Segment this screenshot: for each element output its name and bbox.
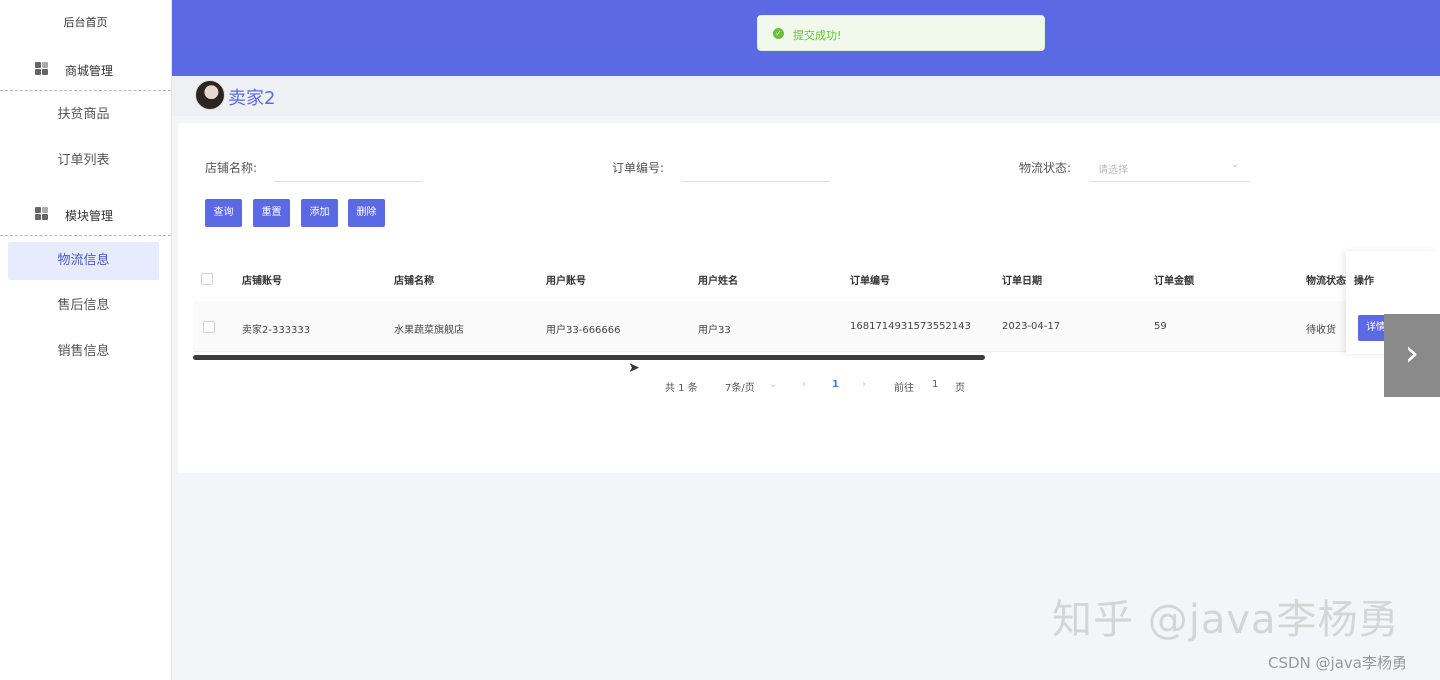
success-check-icon: ✓ xyxy=(773,28,784,39)
column-header[interactable]: 店铺账号 xyxy=(242,272,282,287)
reset-button[interactable]: 重置 xyxy=(253,199,290,227)
chevron-right-icon[interactable]: › xyxy=(862,379,866,390)
delete-button[interactable]: 删除 xyxy=(348,199,385,227)
goto-input[interactable]: 1 xyxy=(932,379,938,390)
sidebar-item-order-list[interactable]: 订单列表 xyxy=(8,142,159,180)
table-cell: 用户33-666666 xyxy=(546,325,621,336)
column-header[interactable]: 订单日期 xyxy=(1002,272,1042,287)
toast-message: 提交成功! xyxy=(793,29,842,42)
table-cell: 2023-04-17 xyxy=(1002,321,1061,332)
query-button[interactable]: 查询 xyxy=(205,199,242,227)
table-cell: 59 xyxy=(1154,321,1167,332)
user-bar: 卖家2 xyxy=(172,76,1440,116)
order-no-input[interactable] xyxy=(681,181,830,182)
credit-text: CSDN @java李杨勇 xyxy=(1268,654,1407,672)
watermark: 知乎 @java李杨勇 xyxy=(1052,597,1400,643)
table-row[interactable]: 卖家2-333333 水果蔬菜旗舰店 用户33-666666 用户33 1681… xyxy=(193,301,1353,352)
sidebar-item-poverty-goods[interactable]: 扶贫商品 xyxy=(8,96,159,134)
logistics-status-underline xyxy=(1089,181,1250,182)
add-button[interactable]: 添加 xyxy=(301,199,338,227)
column-header[interactable]: 物流状态 xyxy=(1306,272,1346,287)
success-toast: ✓ 提交成功! xyxy=(757,15,1045,51)
sidebar-item-sales[interactable]: 销售信息 xyxy=(8,333,159,371)
goto-suffix: 页 xyxy=(955,383,965,394)
table-cell: 水果蔬菜旗舰店 xyxy=(394,325,464,336)
column-header[interactable]: 用户账号 xyxy=(546,272,586,287)
current-page[interactable]: 1 xyxy=(832,379,839,390)
page-size-select[interactable]: 7条/页 xyxy=(725,379,755,394)
logistics-status-label: 物流状态: xyxy=(1019,161,1072,175)
chevron-down-icon[interactable]: ⌄ xyxy=(1231,159,1239,170)
cursor-icon: ➤ xyxy=(628,360,640,376)
column-header[interactable]: 订单编号 xyxy=(850,272,890,287)
content-card: 店铺名称: 订单编号: 物流状态: 请选择 ⌄ 查询 重置 添加 删除 店铺账号… xyxy=(178,123,1440,473)
grid-icon xyxy=(35,62,49,76)
user-name: 卖家2 xyxy=(228,88,276,109)
next-slide-icon[interactable]: › xyxy=(1384,314,1440,397)
avatar[interactable] xyxy=(195,80,225,110)
grid-icon xyxy=(35,207,49,221)
table-cell: 用户33 xyxy=(698,325,731,336)
sidebar-group-mall[interactable]: 商城管理 xyxy=(0,46,171,91)
column-header[interactable]: 用户姓名 xyxy=(698,272,738,287)
column-header[interactable]: 订单金额 xyxy=(1154,272,1194,287)
column-header: 操作 xyxy=(1354,276,1374,287)
table-cell: 待收货 xyxy=(1306,325,1336,336)
total-count: 共 1 条 xyxy=(665,383,698,394)
horizontal-scrollbar[interactable] xyxy=(193,355,985,360)
sidebar-item-logistics[interactable]: 物流信息 xyxy=(8,242,159,280)
row-checkbox[interactable] xyxy=(203,321,215,333)
sidebar-home[interactable]: 后台首页 xyxy=(0,14,171,30)
goto-label: 前往 xyxy=(894,383,914,394)
sidebar-item-after-sales[interactable]: 售后信息 xyxy=(8,287,159,325)
logistics-status-select[interactable]: 请选择 xyxy=(1098,161,1128,176)
order-no-label: 订单编号: xyxy=(612,161,665,175)
sidebar-group-label: 模块管理 xyxy=(65,209,114,223)
chevron-left-icon[interactable]: ‹ xyxy=(802,379,806,390)
table-cell: 卖家2-333333 xyxy=(242,325,311,336)
shop-name-input[interactable] xyxy=(274,181,423,182)
select-all-checkbox[interactable] xyxy=(201,273,213,285)
sidebar-group-label: 商城管理 xyxy=(65,64,114,78)
shop-name-label: 店铺名称: xyxy=(205,161,258,175)
column-header[interactable]: 店铺名称 xyxy=(394,272,434,287)
table-cell: 1681714931573552143 xyxy=(850,321,971,332)
table-header: 店铺账号 店铺名称 用户账号 用户姓名 订单编号 订单日期 订单金额 物流状态 xyxy=(193,259,1353,299)
sidebar-group-modules[interactable]: 模块管理 xyxy=(0,191,171,236)
top-header: 台 ✓ 提交成功! xyxy=(172,0,1440,76)
sidebar: 后台首页 商城管理 扶贫商品 订单列表 模块管理 物流信息 售后信息 销售信息 xyxy=(0,0,172,680)
chevron-down-icon[interactable]: ⌄ xyxy=(769,379,777,390)
